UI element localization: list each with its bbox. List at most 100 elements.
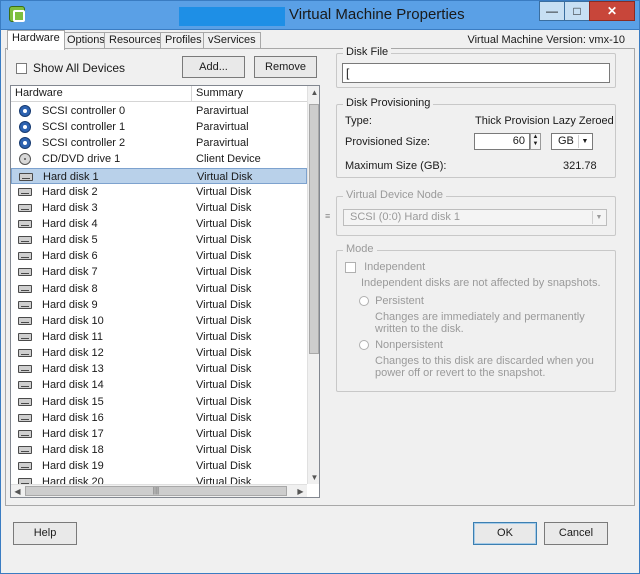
hardware-row-summary: Virtual Disk — [196, 185, 252, 198]
hard-disk-icon — [18, 397, 32, 406]
scroll-down-arrow-icon[interactable]: ▼ — [308, 471, 319, 484]
hardware-row[interactable]: Hard disk 15 Virtual Disk — [11, 394, 307, 410]
hardware-row[interactable]: Hard disk 5 Virtual Disk — [11, 232, 307, 248]
disk-file-field[interactable]: [ — [342, 63, 610, 83]
persistent-description: Changes are immediately and permanently … — [375, 311, 585, 335]
hardware-row[interactable]: Hard disk 13 Virtual Disk — [11, 361, 307, 377]
vertical-scrollbar[interactable]: ▲ ▼ — [307, 86, 319, 484]
splitter-grip-icon[interactable]: ≡ — [325, 211, 330, 221]
size-unit-select[interactable]: GB ▼ — [551, 133, 593, 150]
hardware-row-name: Hard disk 17 — [42, 427, 104, 440]
hardware-row[interactable]: Hard disk 10 Virtual Disk — [11, 313, 307, 329]
hardware-row-summary: Virtual Disk — [196, 363, 252, 376]
hardware-row-name: Hard disk 3 — [42, 201, 98, 214]
remove-button[interactable]: Remove — [254, 56, 317, 78]
hardware-row[interactable]: Hard disk 11 Virtual Disk — [11, 329, 307, 345]
close-button[interactable]: ✕ — [589, 1, 635, 21]
size-spinner[interactable]: ▲ ▼ — [530, 133, 541, 150]
provisioned-size-label: Provisioned Size: — [345, 136, 430, 148]
independent-checkbox-box[interactable] — [345, 261, 356, 273]
hardware-row[interactable]: SCSI controller 1 Paravirtual — [11, 119, 307, 135]
hardware-row[interactable]: Hard disk 16 Virtual Disk — [11, 410, 307, 426]
hardware-row[interactable]: SCSI controller 0 Paravirtual — [11, 103, 307, 119]
redacted-vm-name — [179, 7, 285, 26]
hardware-row[interactable]: Hard disk 1 Virtual Disk — [11, 167, 307, 184]
hardware-row-summary: Virtual Disk — [196, 443, 252, 456]
hardware-row[interactable]: Hard disk 2 Virtual Disk — [11, 184, 307, 200]
independent-description: Independent disks are not affected by sn… — [361, 277, 601, 289]
persistent-radio[interactable]: Persistent — [359, 295, 424, 307]
tab-profiles[interactable]: Profiles — [160, 32, 207, 49]
hardware-row-summary: Virtual Disk — [196, 314, 252, 327]
help-button[interactable]: Help — [13, 522, 77, 545]
persistent-label: Persistent — [375, 295, 424, 307]
hardware-row-summary: Client Device — [196, 153, 261, 166]
minimize-button[interactable]: — — [539, 1, 565, 21]
scroll-up-arrow-icon[interactable]: ▲ — [308, 86, 319, 99]
scroll-right-arrow-icon[interactable]: ▶ — [294, 485, 307, 497]
nonpersistent-description: Changes to this disk are discarded when … — [375, 355, 594, 379]
persistent-radio-circle[interactable] — [359, 296, 369, 307]
hardware-row[interactable]: Hard disk 7 Virtual Disk — [11, 264, 307, 280]
hardware-row-name: Hard disk 18 — [42, 443, 104, 456]
hardware-row[interactable]: Hard disk 14 Virtual Disk — [11, 377, 307, 393]
hardware-row[interactable]: CD/DVD drive 1 Client Device — [11, 151, 307, 167]
hardware-row[interactable]: Hard disk 9 Virtual Disk — [11, 297, 307, 313]
title-bar[interactable]: Virtual Machine Properties — □ ✕ — [1, 1, 639, 30]
hardware-row[interactable]: Hard disk 17 Virtual Disk — [11, 426, 307, 442]
virtual-device-node-select[interactable]: SCSI (0:0) Hard disk 1 ▼ — [343, 209, 607, 226]
tab-options[interactable]: Options — [62, 32, 110, 49]
hard-disk-icon — [18, 252, 32, 261]
maximize-button[interactable]: □ — [564, 1, 590, 21]
size-unit-value: GB — [558, 135, 574, 147]
column-header-summary[interactable]: Summary — [192, 86, 307, 102]
hardware-row[interactable]: SCSI controller 2 Paravirtual — [11, 135, 307, 151]
chevron-down-icon[interactable]: ▼ — [592, 211, 605, 224]
horizontal-scrollbar[interactable]: ◀ ||| ▶ — [11, 484, 307, 497]
scsi-controller-icon — [19, 105, 31, 117]
provisioned-size-input[interactable]: 60 — [474, 133, 530, 150]
hardware-row[interactable]: Hard disk 3 Virtual Disk — [11, 200, 307, 216]
show-all-devices-label: Show All Devices — [33, 61, 126, 75]
provisioned-size-value: 60 — [512, 135, 525, 147]
checkbox-box[interactable] — [16, 63, 27, 75]
hardware-row-summary: Paravirtual — [196, 137, 249, 150]
hardware-row-summary: Virtual Disk — [196, 460, 252, 473]
hardware-row-summary: Virtual Disk — [196, 395, 252, 408]
tab-resources[interactable]: Resources — [104, 32, 167, 49]
scroll-left-arrow-icon[interactable]: ◀ — [11, 485, 24, 497]
hardware-rows: SCSI controller 0 Paravirtual SCSI control… — [11, 103, 307, 490]
hard-disk-icon — [18, 349, 32, 358]
maximum-size-label: Maximum Size (GB): — [345, 160, 447, 172]
virtual-machine-properties-window: Virtual Machine Properties — □ ✕ Hardwar… — [0, 0, 640, 574]
tab-hardware[interactable]: Hardware — [7, 30, 65, 50]
hard-disk-icon — [18, 203, 32, 212]
hard-disk-icon — [18, 236, 32, 245]
cd-dvd-icon — [19, 153, 31, 166]
cancel-button[interactable]: Cancel — [544, 522, 608, 545]
disk-provisioning-label: Disk Provisioning — [343, 97, 434, 109]
hardware-row[interactable]: Hard disk 12 Virtual Disk — [11, 345, 307, 361]
nonpersistent-radio[interactable]: Nonpersistent — [359, 339, 443, 351]
column-header-hardware[interactable]: Hardware — [11, 86, 192, 102]
nonpersistent-radio-circle[interactable] — [359, 340, 369, 351]
hard-disk-icon — [18, 268, 32, 277]
hardware-row-name: CD/DVD drive 1 — [42, 153, 121, 166]
hardware-row[interactable]: Hard disk 19 Virtual Disk — [11, 458, 307, 474]
vertical-scroll-thumb[interactable] — [309, 104, 319, 354]
hardware-row-summary: Virtual Disk — [196, 427, 252, 440]
tab-vservices[interactable]: vServices — [203, 32, 261, 49]
hardware-row[interactable]: Hard disk 8 Virtual Disk — [11, 281, 307, 297]
hardware-row[interactable]: Hard disk 6 Virtual Disk — [11, 248, 307, 264]
hardware-row[interactable]: Hard disk 4 Virtual Disk — [11, 216, 307, 232]
hardware-list[interactable]: Hardware Summary SCSI controller 0 Paravi… — [10, 85, 320, 498]
hardware-row[interactable]: Hard disk 18 Virtual Disk — [11, 442, 307, 458]
hardware-row-summary: Virtual Disk — [196, 347, 252, 360]
chevron-down-icon[interactable]: ▼ — [578, 135, 591, 148]
add-button[interactable]: Add... — [182, 56, 245, 78]
hard-disk-icon — [18, 462, 32, 471]
ok-button[interactable]: OK — [473, 522, 537, 545]
independent-checkbox[interactable]: Independent — [345, 261, 425, 273]
horizontal-scroll-thumb[interactable]: ||| — [25, 486, 287, 496]
show-all-devices-checkbox[interactable]: Show All Devices — [16, 61, 125, 75]
